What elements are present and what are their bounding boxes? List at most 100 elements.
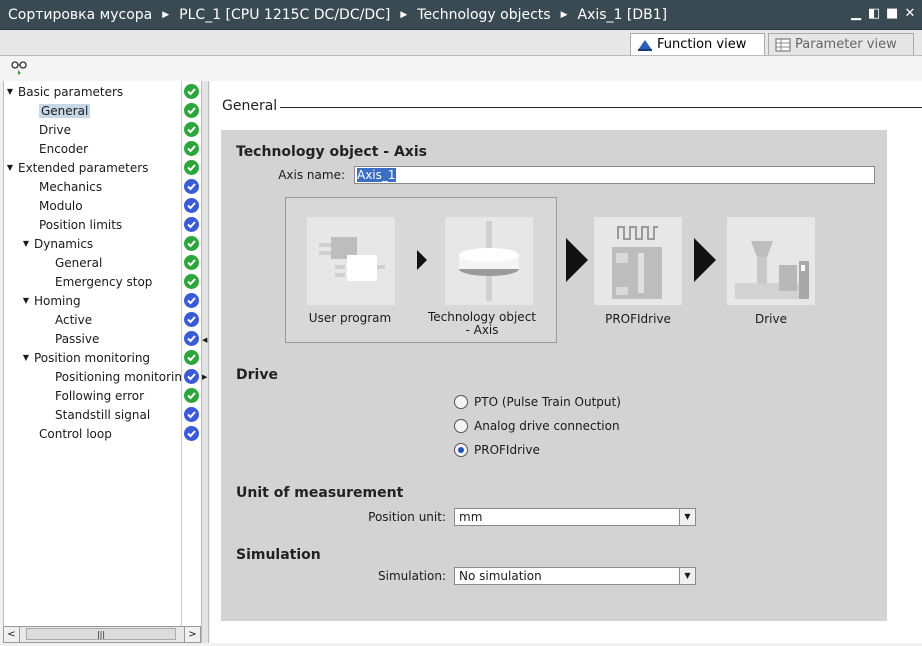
breadcrumb-item[interactable]: Сортировка мусора xyxy=(8,7,152,23)
maximize-icon[interactable]: ■ xyxy=(886,7,898,21)
drive-heading: Drive xyxy=(236,367,278,383)
section-divider xyxy=(280,107,922,108)
scroll-right-icon[interactable]: > xyxy=(184,627,200,642)
status-ok-icon xyxy=(184,103,199,118)
settings-panel: Technology object - Axis Axis name: Axis… xyxy=(221,130,887,621)
nav-item[interactable]: ▼ Position monitoring xyxy=(4,348,182,367)
nav-item-label: Dynamics xyxy=(34,236,94,251)
breadcrumb-item[interactable]: Technology objects xyxy=(417,7,550,23)
radio-label: Analog drive connection xyxy=(474,419,620,433)
nav-item[interactable]: Active xyxy=(4,310,182,329)
simulation-heading: Simulation xyxy=(236,547,321,563)
close-icon[interactable]: ✕ xyxy=(904,7,916,21)
nav-item[interactable]: Control loop xyxy=(4,424,182,443)
radio-profidrive[interactable]: PROFIdrive xyxy=(454,443,540,457)
radio-analog-drive[interactable]: Analog drive connection xyxy=(454,419,620,433)
nav-item-label: Drive xyxy=(39,122,71,137)
arrow-icon xyxy=(694,238,716,282)
section-title: General xyxy=(222,98,278,114)
status-column xyxy=(181,81,201,626)
radio-button[interactable] xyxy=(454,395,468,409)
nav-item-label: Standstill signal xyxy=(55,407,151,422)
nav-item[interactable]: Emergency stop xyxy=(4,272,182,291)
nav-item[interactable]: Drive xyxy=(4,120,182,139)
nav-item-label: Active xyxy=(55,312,93,327)
status-info-icon xyxy=(184,293,199,308)
tech-object-label: Technology object - Axis xyxy=(427,310,536,337)
expand-arrow-icon[interactable]: ▼ xyxy=(5,163,15,172)
nav-item[interactable]: Mechanics xyxy=(4,177,182,196)
nav-item-label: Mechanics xyxy=(39,179,103,194)
chevron-down-icon[interactable]: ▼ xyxy=(679,568,695,584)
select-value: mm xyxy=(459,510,483,524)
nav-item[interactable]: Passive xyxy=(4,329,182,348)
status-info-icon xyxy=(184,331,199,346)
simulation-label: Simulation: xyxy=(378,569,446,583)
radio-button-selected[interactable] xyxy=(454,443,468,457)
nav-item-label: Homing xyxy=(34,293,81,308)
status-info-icon xyxy=(184,217,199,232)
status-ok-icon xyxy=(184,122,199,137)
profidrive-icon xyxy=(594,217,682,305)
nav-item[interactable]: Position limits xyxy=(4,215,182,234)
radio-label: PTO (Pulse Train Output) xyxy=(474,395,621,409)
radio-pto[interactable]: PTO (Pulse Train Output) xyxy=(454,395,621,409)
scrollbar-thumb[interactable]: ||| xyxy=(26,628,176,640)
nav-item[interactable]: ▼ Basic parameters xyxy=(4,82,182,101)
nav-item-label: Control loop xyxy=(39,426,112,441)
nav-item-label: Basic parameters xyxy=(18,84,124,99)
radio-button[interactable] xyxy=(454,419,468,433)
axis-name-value: Axis_1 xyxy=(357,168,396,182)
collapse-left-icon[interactable]: ◀ xyxy=(202,336,207,344)
scroll-left-icon[interactable]: < xyxy=(4,627,20,642)
nav-item[interactable]: Standstill signal xyxy=(4,405,182,424)
expand-arrow-icon[interactable]: ▼ xyxy=(21,296,31,305)
expand-arrow-icon[interactable]: ▼ xyxy=(21,239,31,248)
position-unit-label: Position unit: xyxy=(368,510,446,524)
main-content: General Technology object - Axis Axis na… xyxy=(210,81,922,643)
status-ok-icon xyxy=(184,84,199,99)
arrow-icon xyxy=(417,250,427,270)
nav-item-label: Extended parameters xyxy=(18,160,149,175)
tab-parameter-view[interactable]: Parameter view xyxy=(768,33,914,55)
nav-item[interactable]: General xyxy=(4,101,182,120)
nav-item-label: Encoder xyxy=(39,141,89,156)
expand-arrow-icon[interactable]: ▼ xyxy=(21,353,31,362)
nav-item[interactable]: ▼ Dynamics xyxy=(4,234,182,253)
glasses-icon[interactable] xyxy=(10,60,28,79)
status-ok-icon xyxy=(184,350,199,365)
user-program-icon xyxy=(307,217,395,305)
status-info-icon xyxy=(184,369,199,384)
radio-label: PROFIdrive xyxy=(474,443,540,457)
drive-label: Drive xyxy=(755,312,787,326)
panel-splitter[interactable]: ◀ ▶ xyxy=(201,81,209,643)
simulation-select[interactable]: No simulation ▼ xyxy=(454,567,696,585)
status-ok-icon xyxy=(184,160,199,175)
nav-item[interactable]: Positioning monitoring xyxy=(4,367,190,386)
position-unit-select[interactable]: mm ▼ xyxy=(454,508,696,526)
breadcrumb-separator-icon: ▶ xyxy=(400,9,408,20)
tab-function-view[interactable]: Function view xyxy=(630,33,765,55)
nav-horizontal-scrollbar[interactable]: < ||| > xyxy=(3,626,201,643)
axis-object-icon xyxy=(445,217,533,305)
nav-item[interactable]: ▼ Extended parameters xyxy=(4,158,182,177)
chevron-down-icon[interactable]: ▼ xyxy=(679,509,695,525)
breadcrumb-item[interactable]: PLC_1 [CPU 1215C DC/DC/DC] xyxy=(179,7,390,23)
nav-item[interactable]: ▼ Homing xyxy=(4,291,182,310)
breadcrumb-item[interactable]: Axis_1 [DB1] xyxy=(578,7,668,23)
nav-item[interactable]: Following error xyxy=(4,386,182,405)
expand-arrow-icon[interactable]: ▼ xyxy=(5,87,15,96)
minimize-icon[interactable]: ▁ xyxy=(850,7,862,21)
axis-name-input[interactable]: Axis_1 xyxy=(354,166,875,184)
nav-item[interactable]: General xyxy=(4,253,182,272)
tab-label: Parameter view xyxy=(795,37,897,52)
nav-item-label: Passive xyxy=(55,331,100,346)
status-info-icon xyxy=(184,426,199,441)
breadcrumb-separator-icon: ▶ xyxy=(560,9,568,20)
navigation-tree: ▼ Basic parameters General Drive Encoder ▼ Ext… xyxy=(3,81,190,626)
expand-right-icon[interactable]: ▶ xyxy=(202,373,207,381)
nav-item[interactable]: Modulo xyxy=(4,196,182,215)
nav-item-label: Position limits xyxy=(39,217,123,232)
nav-item[interactable]: Encoder xyxy=(4,139,182,158)
float-window-icon[interactable]: ◧ xyxy=(868,7,880,21)
